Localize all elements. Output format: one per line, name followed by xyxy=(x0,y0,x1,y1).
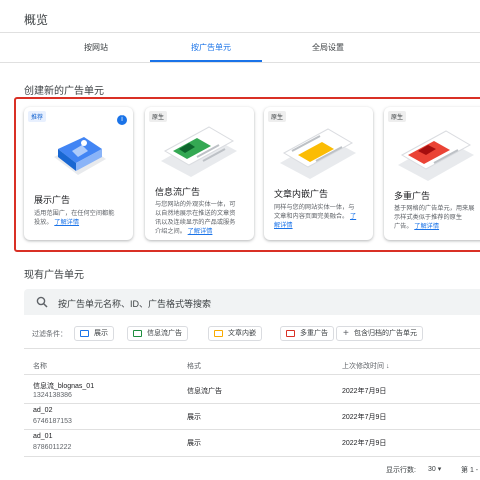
desc-line: 介绍之间。 xyxy=(155,228,186,235)
search-icon xyxy=(36,296,48,308)
rows-per-page-label: 显示行数: xyxy=(386,467,416,474)
chip-label: 展示 xyxy=(94,330,108,337)
chip-label: 信息流广告 xyxy=(147,330,182,337)
ad-unit-name[interactable]: ad_02 xyxy=(33,407,52,414)
ad-unit-id: 8786011222 xyxy=(33,444,72,451)
in-article-ad-illustration-icon xyxy=(280,128,356,179)
desc-line: 适用范围广，在任何空间都能 xyxy=(34,210,115,217)
card-title: 文章内嵌广告 xyxy=(274,189,329,199)
filter-chip-in-article[interactable]: 文章内嵌 xyxy=(208,326,262,341)
display-ad-card[interactable]: 推荐 i 展示广告 适用范围广，在任何空间都能 投放。 了解详情 xyxy=(24,107,133,240)
tab-bar: 按网站 按广告单元 全局设置 xyxy=(0,33,480,62)
in-feed-ad-card[interactable]: 原生 信息流广告 与您网站的外观实体一体，可 以自然地展示在推送的文章资 讯以及… xyxy=(145,107,254,240)
chip-label: 包含归档的广告单元 xyxy=(354,330,417,337)
adsense-ad-units-page: 概览 按网站 按广告单元 全局设置 创建新的广告单元 推荐 i 展示广告 适用范… xyxy=(0,0,480,480)
ad-unit-id: 1324138386 xyxy=(33,392,72,399)
filter-label: 过滤条件： xyxy=(32,331,67,338)
recommended-tag: 推荐 xyxy=(28,111,47,122)
filter-chip-in-feed[interactable]: 信息流广告 xyxy=(127,326,188,341)
filter-row: 过滤条件： 展示 信息流广告 文章内嵌 多重广告 + 包含归档的广告单元 xyxy=(24,322,480,344)
card-title: 展示广告 xyxy=(34,195,71,205)
desc-line: 投放。 xyxy=(34,219,53,226)
in-feed-format-icon xyxy=(133,330,142,337)
page-title: 概览 xyxy=(24,13,49,27)
chip-label: 多重广告 xyxy=(300,330,328,337)
in-article-format-icon xyxy=(214,330,223,337)
multiplex-ad-illustration-icon xyxy=(398,130,474,181)
ad-unit-name[interactable]: 信息流_blognas_01 xyxy=(33,381,94,391)
in-feed-ad-illustration-icon xyxy=(161,126,237,177)
search-input[interactable]: 按广告单元名称、ID、广告格式等搜索 xyxy=(58,297,211,310)
column-header-last-modified[interactable]: 上次修改时间 ↓ xyxy=(342,361,389,371)
desc-line: 基于网格的广告单元，用来展 xyxy=(394,205,475,212)
learn-more-link[interactable]: 了解详情 xyxy=(414,223,439,230)
ad-unit-format: 展示 xyxy=(187,440,201,447)
column-header-format[interactable]: 格式 xyxy=(187,361,201,371)
divider xyxy=(24,429,480,430)
ad-unit-name[interactable]: ad_01 xyxy=(33,433,52,440)
rows-per-page-select[interactable]: 30 ▾ xyxy=(428,465,441,473)
info-icon[interactable]: i xyxy=(117,115,127,125)
divider xyxy=(24,456,480,457)
multiplex-format-icon xyxy=(286,330,295,337)
card-description: 同样与您的网站实体一体，与 文章和内容页面完美融合。 了 解详情 xyxy=(274,203,356,230)
filter-chip-multiplex[interactable]: 多重广告 xyxy=(280,326,334,341)
desc-line: 以自然地展示在推送的文章资 xyxy=(155,210,236,217)
rows-per-page-value: 30 xyxy=(428,466,436,473)
card-description: 基于网格的广告单元，用来展 示样式类似于推荐的原生 广告。 了解详情 xyxy=(394,204,474,231)
filter-chip-display[interactable]: 展示 xyxy=(74,326,114,341)
chip-label: 文章内嵌 xyxy=(228,330,256,337)
display-ad-illustration-icon xyxy=(54,137,106,175)
include-archived-chip[interactable]: + 包含归档的广告单元 xyxy=(336,326,423,341)
card-title: 信息流广告 xyxy=(155,187,201,197)
tab-global-settings[interactable]: 全局设置 xyxy=(312,42,344,53)
ad-unit-format: 展示 xyxy=(187,414,201,421)
chevron-down-icon: ▾ xyxy=(437,466,442,473)
card-description: 适用范围广，在任何空间都能 投放。 了解详情 xyxy=(34,209,114,227)
ad-unit-format: 信息流广告 xyxy=(187,388,222,395)
add-icon: + xyxy=(343,328,349,339)
desc-line: 与您网站的外观实体一体，可 xyxy=(155,201,236,208)
ad-unit-modified: 2022年7月9日 xyxy=(342,440,387,447)
in-article-ad-card[interactable]: 原生 文章内嵌广告 同样与您的网站实体一体，与 文章和内容页面完美融合。 了 解… xyxy=(264,107,373,240)
multiplex-ad-card[interactable]: 原生 多重广告 基于网格的广告单元，用来展 示样式类似于推荐的原生 广告。 了解… xyxy=(384,107,480,240)
ad-unit-modified: 2022年7月9日 xyxy=(342,388,387,395)
desc-line: 讯以及连续显示的产品或服务 xyxy=(155,219,236,226)
divider xyxy=(24,348,480,349)
learn-more-link[interactable]: 了解详情 xyxy=(54,219,79,226)
display-format-icon xyxy=(80,330,89,337)
divider xyxy=(0,62,480,63)
tab-by-site[interactable]: 按网站 xyxy=(84,42,108,53)
card-title: 多重广告 xyxy=(394,191,431,201)
learn-more-link[interactable]: 解详情 xyxy=(274,222,293,229)
existing-section-title: 现有广告单元 xyxy=(24,270,84,281)
pagination-range: 第 1 - xyxy=(461,467,479,474)
divider xyxy=(24,403,480,404)
learn-more-link[interactable]: 了解详情 xyxy=(188,228,213,235)
divider xyxy=(24,374,480,375)
card-description: 与您网站的外观实体一体，可 以自然地展示在推送的文章资 讯以及连续显示的产品或服… xyxy=(155,200,235,236)
tab-by-ad-unit[interactable]: 按广告单元 xyxy=(191,42,231,53)
desc-line: 广告。 xyxy=(394,223,413,230)
desc-line: 同样与您的网站实体一体，与 xyxy=(274,204,355,211)
ad-unit-modified: 2022年7月9日 xyxy=(342,414,387,421)
ad-unit-id: 6746187153 xyxy=(33,418,72,425)
desc-line: 文章和内容页面完美融合。 xyxy=(274,213,349,220)
create-section-title: 创建新的广告单元 xyxy=(24,86,104,97)
learn-more-link-start[interactable]: 了 xyxy=(350,213,356,220)
desc-line: 示样式类似于推荐的原生 xyxy=(394,214,463,221)
column-header-name[interactable]: 名称 xyxy=(33,361,47,371)
ad-unit-search-bar[interactable]: 按广告单元名称、ID、广告格式等搜索 xyxy=(24,289,480,315)
